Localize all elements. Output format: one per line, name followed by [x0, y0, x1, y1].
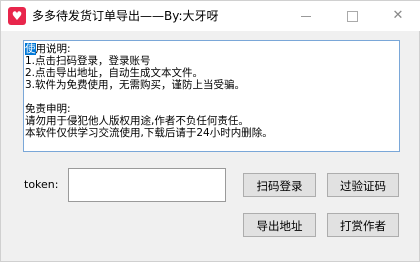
minimize-icon	[301, 16, 311, 17]
token-input[interactable]	[68, 168, 226, 202]
export-address-button[interactable]: 导出地址	[243, 213, 316, 237]
info-line: 2.点击导出地址，自动生成文本文件。	[25, 67, 204, 79]
text-selection: 使	[25, 43, 36, 55]
info-line: 1.点击扫码登录，登录账号	[25, 55, 151, 67]
scan-login-button[interactable]: 扫码登录	[243, 173, 316, 197]
info-line: 请勿用于侵犯他人版权用途,作者不负任何责任。	[25, 115, 249, 127]
pinduoduo-heart-icon: ♥	[8, 7, 26, 25]
minimize-button[interactable]	[283, 1, 329, 31]
info-line: 本软件仅供学习交流使用,下载后请于24小时内删除。	[25, 127, 273, 139]
window-title: 多多待发货订单导出——By:大牙呀	[32, 9, 219, 23]
info-line-usage-title-rest: 用说明:	[35, 43, 71, 55]
filter-captcha-button[interactable]: 过验证码	[327, 173, 399, 197]
app-window: ♥ 多多待发货订单导出——By:大牙呀 ✕ 使用说明: 1.点击扫码登录，登录账…	[0, 0, 420, 262]
info-line: 3.软件为免费使用，无需购买，谨防上当受骗。	[25, 79, 246, 91]
info-blank-line	[24, 91, 399, 103]
reward-author-button[interactable]: 打赏作者	[327, 213, 399, 237]
close-button[interactable]: ✕	[375, 1, 420, 31]
info-line-disclaimer-title: 免责申明:	[25, 103, 71, 115]
title-bar: ♥ 多多待发货订单导出——By:大牙呀 ✕	[1, 1, 420, 31]
info-line-usage-title: 使用说明:	[24, 43, 399, 55]
close-icon: ✕	[392, 8, 404, 23]
maximize-button[interactable]	[329, 1, 375, 31]
app-icon-glyph: ♥	[11, 9, 23, 23]
maximize-icon	[347, 11, 358, 22]
instructions-textarea[interactable]: 使用说明: 1.点击扫码登录，登录账号 2.点击导出地址，自动生成文本文件。 3…	[23, 40, 400, 152]
instructions-content: 使用说明: 1.点击扫码登录，登录账号 2.点击导出地址，自动生成文本文件。 3…	[24, 43, 399, 139]
token-label: token:	[24, 178, 59, 191]
